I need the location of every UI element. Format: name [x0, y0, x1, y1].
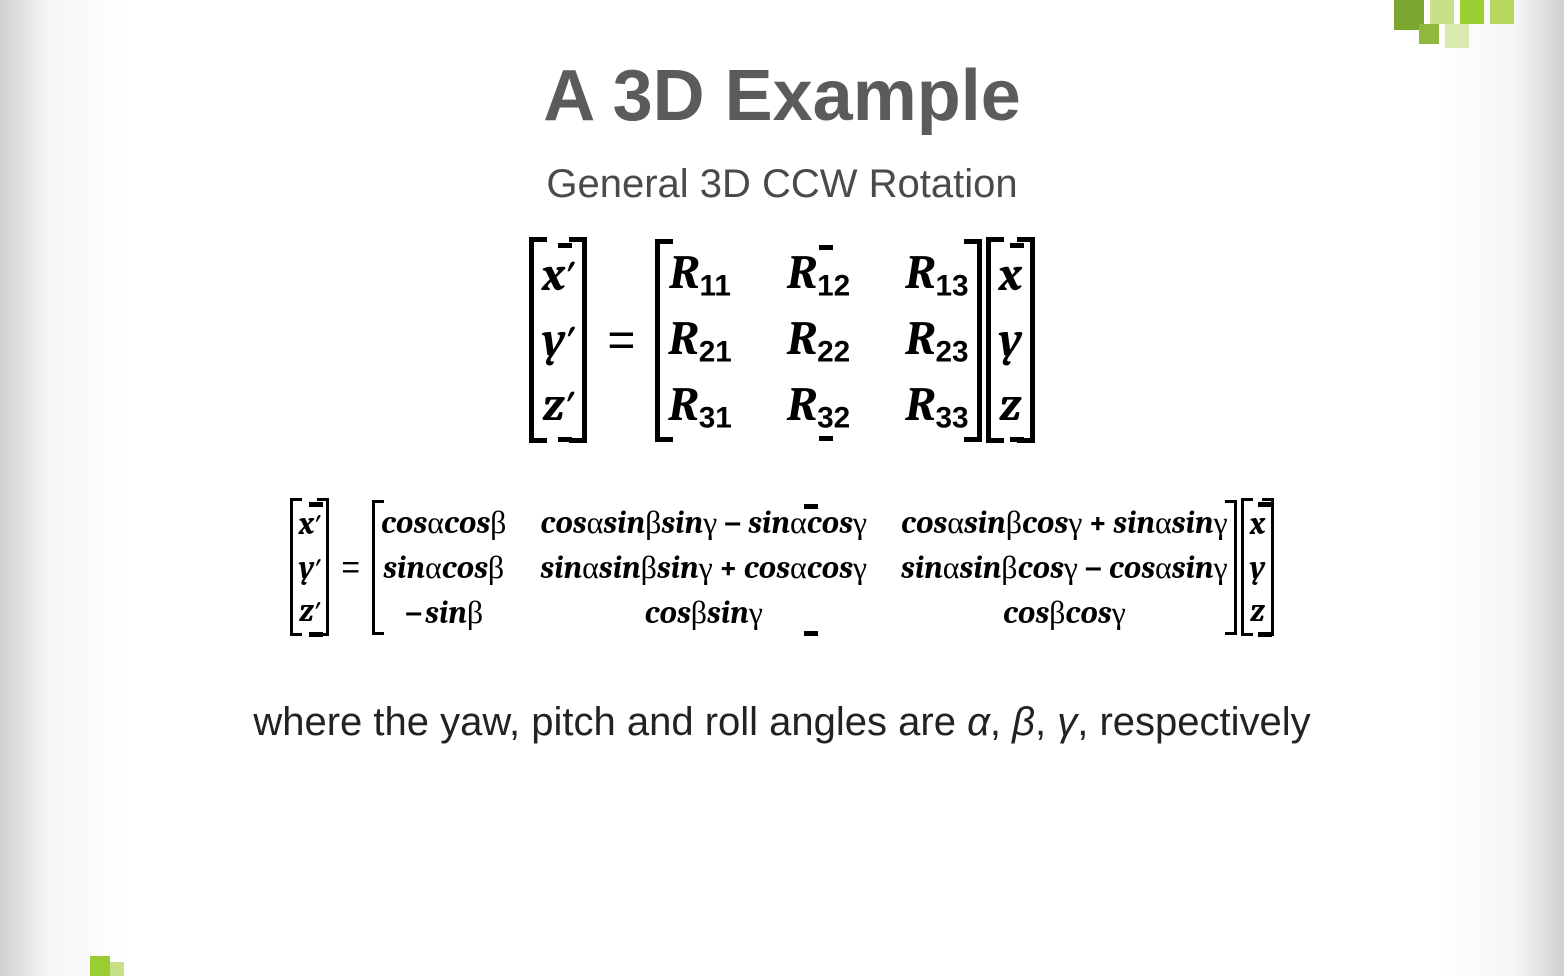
matrix-input-vector-2: x y z: [1241, 498, 1275, 636]
slide-title: A 3D Example: [40, 55, 1524, 137]
rot-r2c3: sinαsinβcosγ−cosαsinγ: [901, 549, 1228, 586]
slide: A 3D Example General 3D CCW Rotation x′ …: [40, 0, 1524, 966]
rot-r1c3: cosαsinβcosγ+sinαsinγ: [901, 504, 1228, 541]
slide-subtitle: General 3D CCW Rotation: [40, 162, 1524, 207]
matrix-rotation-expanded: cosαcosβ cosαsinβsinγ−sinαcosγ cosαsinβcos…: [372, 500, 1237, 635]
footnote: where the yaw, pitch and roll angles are…: [40, 696, 1524, 748]
vec-x-prime: x: [542, 247, 565, 302]
matrix-output-vector-2: x′ y′ z′: [290, 498, 330, 636]
rot-r2c2: sinαsinβsinγ+cosαcosγ: [540, 549, 867, 586]
matrix-output-vector: x′ y′ z′: [529, 237, 588, 443]
matrix-R: R11 R12 R13 R21 R22 R23 R31 R32 R33: [655, 239, 981, 442]
vec-y: y: [999, 308, 1023, 373]
rot-r3c3: cosβcosγ: [901, 594, 1228, 631]
vec-z: z: [999, 373, 1021, 438]
rot-r3c1: −sinβ: [381, 594, 506, 631]
vec-z-prime: z: [542, 377, 564, 432]
vec-x: x: [999, 243, 1022, 308]
equals-sign: =: [607, 313, 635, 368]
matrix-input-vector: x y z: [986, 237, 1036, 443]
rot-r1c1: cosαcosβ: [381, 504, 506, 541]
equation-general-rotation: x′ y′ z′ = R11 R12 R13 R21 R22 R23 R31 R…: [40, 237, 1524, 443]
vec-y-prime: y: [542, 312, 566, 367]
rot-r3c2: cosβsinγ: [540, 594, 867, 631]
rot-r2c1: sinαcosβ: [381, 549, 506, 586]
rot-r1c2: cosαsinβsinγ−sinαcosγ: [540, 504, 867, 541]
equation-expanded-rotation: x′ y′ z′ = cosαcosβcosαsinβsinγ−sinαcosγ…: [40, 498, 1524, 636]
decoration-top-right: [1264, 0, 1524, 60]
